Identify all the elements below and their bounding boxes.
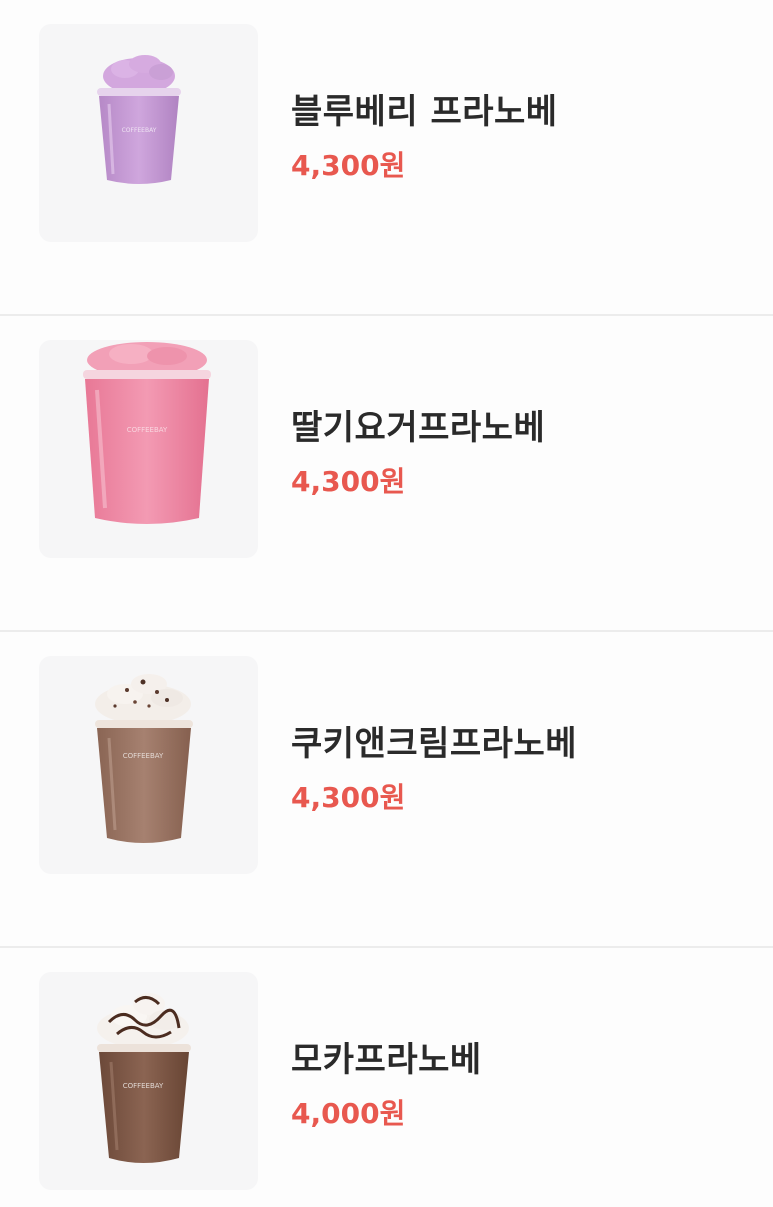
menu-item-price: 4,300원 [291, 149, 406, 182]
menu-item-name: 딸기요거프라노베 [291, 408, 546, 448]
cup-brand-text: COFFEEBAY [123, 1082, 164, 1090]
cookies-and-cream-frappe-cup-icon: COFFEEBAY [95, 674, 193, 843]
strawberry-yogurt-frappe-cup-icon: COFFEEBAY [83, 342, 211, 524]
menu-item-price: 4,000원 [291, 1097, 406, 1130]
menu-list: COFFEEBAY 블루베리 프라노베 4,300원 COFFEEBAY 딸기요… [0, 0, 773, 1207]
menu-item-name: 모카프라노베 [291, 1040, 482, 1080]
menu-item[interactable]: COFFEEBAY 쿠키앤크림프라노베 4,300원 [0, 632, 773, 948]
menu-item[interactable]: COFFEEBAY 딸기요거프라노베 4,300원 [0, 316, 773, 632]
menu-item-price: 4,300원 [291, 781, 406, 814]
menu-item-price: 4,300원 [291, 465, 406, 498]
menu-item-thumbnail[interactable]: COFFEEBAY [39, 656, 258, 874]
menu-item-name: 쿠키앤크림프라노베 [291, 724, 578, 764]
menu-item-thumbnail[interactable]: COFFEEBAY [39, 972, 258, 1190]
menu-item-name: 블루베리 프라노베 [291, 92, 558, 132]
cup-brand-text: COFFEEBAY [122, 127, 157, 134]
menu-item[interactable]: COFFEEBAY 블루베리 프라노베 4,300원 [0, 0, 773, 316]
menu-item[interactable]: COFFEEBAY 모카프라노베 4,000원 [0, 948, 773, 1207]
menu-item-thumbnail[interactable]: COFFEEBAY [39, 24, 258, 242]
cup-brand-text: COFFEEBAY [123, 752, 164, 760]
mocha-frappe-cup-icon: COFFEEBAY [97, 993, 191, 1163]
menu-item-thumbnail[interactable]: COFFEEBAY [39, 340, 258, 558]
blueberry-frappe-cup-icon: COFFEEBAY [97, 55, 181, 184]
cup-brand-text: COFFEEBAY [127, 426, 168, 434]
